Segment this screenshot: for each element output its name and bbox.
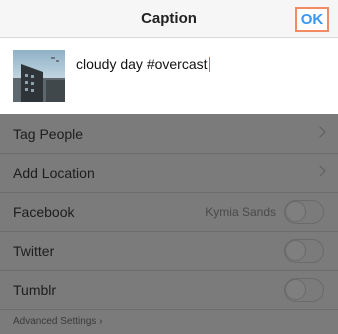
facebook-toggle[interactable] xyxy=(284,200,324,224)
add-location-row[interactable]: Add Location xyxy=(0,154,338,193)
twitter-label: Twitter xyxy=(13,243,55,259)
ok-button[interactable]: OK xyxy=(295,7,329,32)
caption-input[interactable]: cloudy day #overcast xyxy=(76,56,210,72)
caption-area: cloudy day #overcast xyxy=(0,38,338,114)
chevron-right-icon xyxy=(314,126,326,138)
toggle-knob xyxy=(285,201,306,222)
chevron-right-icon xyxy=(314,165,326,177)
toggle-knob xyxy=(285,240,306,261)
add-location-label: Add Location xyxy=(13,165,95,181)
facebook-row: Facebook Kymia Sands xyxy=(0,193,338,232)
page-title: Caption xyxy=(141,10,197,27)
tag-people-label: Tag People xyxy=(13,126,84,142)
caption-text: cloudy day #overcast xyxy=(76,56,208,72)
twitter-row: Twitter xyxy=(0,232,338,271)
photo-thumbnail xyxy=(13,50,65,102)
twitter-toggle[interactable] xyxy=(284,239,324,263)
text-cursor xyxy=(208,57,210,72)
tumblr-label: Tumblr xyxy=(13,282,57,298)
tumblr-toggle[interactable] xyxy=(284,278,324,302)
toggle-knob xyxy=(285,279,306,300)
tag-people-row[interactable]: Tag People xyxy=(0,115,338,154)
facebook-account-name: Kymia Sands xyxy=(205,205,276,219)
header-bar: Caption OK xyxy=(0,0,338,38)
advanced-settings-link[interactable]: Advanced Settings › xyxy=(13,316,103,327)
tumblr-row: Tumblr xyxy=(0,271,338,310)
facebook-label: Facebook xyxy=(13,204,75,220)
